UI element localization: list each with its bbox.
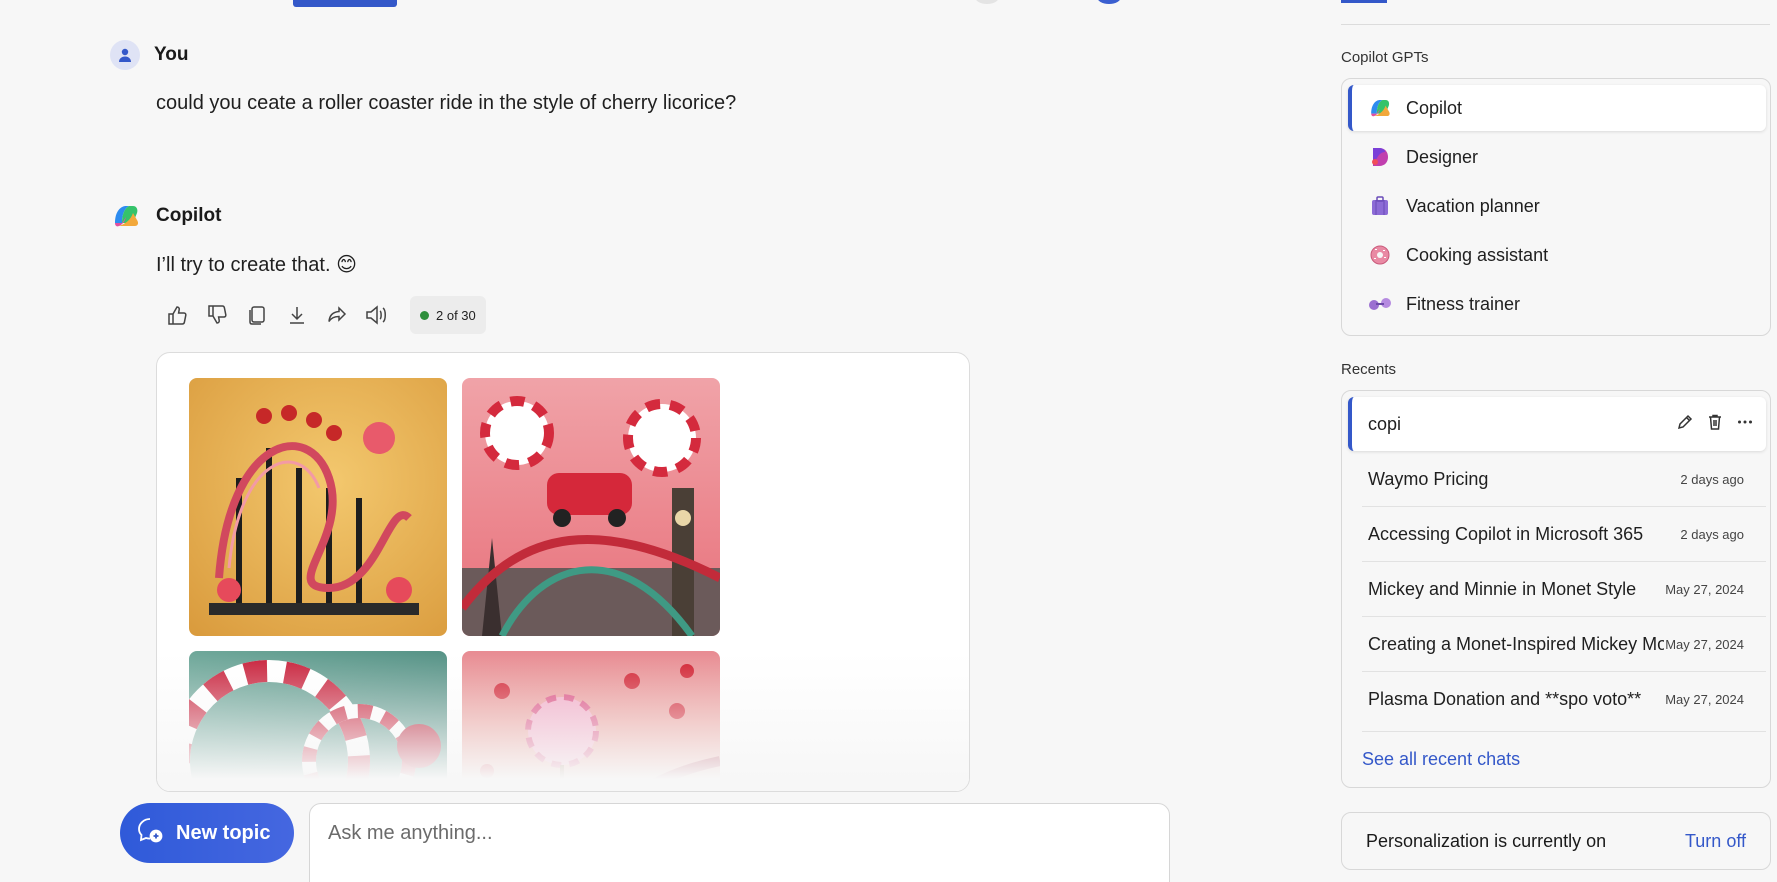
gpt-item-vacation-planner[interactable]: Vacation planner <box>1348 183 1766 229</box>
user-name: You <box>154 44 189 65</box>
gpts-panel: Copilot Designer Vacation planner Cookin… <box>1341 78 1771 336</box>
recent-title: copi <box>1368 413 1402 434</box>
download-icon[interactable] <box>282 300 312 330</box>
recent-date: 2 days ago <box>1680 526 1744 542</box>
copilot-icon <box>110 200 142 232</box>
copilot-icon <box>1368 96 1392 120</box>
generated-image-2[interactable] <box>462 378 720 636</box>
recent-date: May 27, 2024 <box>1665 691 1744 707</box>
gpt-label: Cooking assistant <box>1406 244 1549 265</box>
gpt-item-copilot[interactable]: Copilot <box>1348 85 1766 131</box>
recent-item-actions <box>1676 413 1754 436</box>
thumbs-down-icon[interactable] <box>202 300 232 330</box>
top-toolbar-button[interactable] <box>975 0 999 4</box>
recent-item[interactable]: Plasma Donation and **spo voto** May 27,… <box>1348 672 1766 726</box>
gpt-label: Vacation planner <box>1406 195 1540 216</box>
user-message-text: could you ceate a roller coaster ride in… <box>156 92 737 114</box>
copilot-message-header: Copilot <box>110 200 221 232</box>
recent-date: May 27, 2024 <box>1665 581 1744 597</box>
active-tab-indicator <box>293 0 397 7</box>
recent-date: May 27, 2024 <box>1665 636 1744 652</box>
more-options-icon[interactable] <box>1736 413 1754 436</box>
recent-title: Creating a Monet-Inspired Mickey Mouse <box>1368 633 1664 654</box>
copilot-message-text: I’ll try to create that. 😊 <box>156 254 357 276</box>
sidebar-top-link-indicator <box>1341 0 1387 3</box>
recent-item-active[interactable]: copi <box>1348 397 1766 451</box>
designer-icon <box>1368 145 1392 169</box>
recent-item[interactable]: Creating a Monet-Inspired Mickey Mouse M… <box>1348 617 1766 671</box>
new-topic-button[interactable]: New topic <box>120 803 294 863</box>
sidebar-divider <box>1341 24 1770 25</box>
recent-item[interactable]: Mickey and Minnie in Monet Style May 27,… <box>1348 562 1766 616</box>
generated-image-1[interactable] <box>189 378 447 636</box>
delete-icon[interactable] <box>1706 413 1724 436</box>
recent-title: Waymo Pricing <box>1368 468 1489 489</box>
recent-item[interactable]: Accessing Copilot in Microsoft 365 2 day… <box>1348 507 1766 561</box>
copilot-name: Copilot <box>156 205 222 226</box>
gpt-item-cooking-assistant[interactable]: Cooking assistant <box>1348 232 1766 278</box>
generated-images-card <box>156 352 970 792</box>
new-topic-label: New topic <box>176 821 271 844</box>
recent-title: Accessing Copilot in Microsoft 365 <box>1368 523 1644 544</box>
user-message-header: You <box>110 40 188 70</box>
copilot-gpts-heading: Copilot GPTs <box>1341 49 1429 66</box>
user-avatar-icon <box>110 40 140 70</box>
recents-panel: copi Waymo Pricing 2 days ago Accessing … <box>1341 390 1771 788</box>
donut-icon <box>1368 243 1392 267</box>
new-chat-icon <box>136 816 164 850</box>
recent-divider <box>1362 731 1766 732</box>
read-aloud-icon[interactable] <box>362 300 392 330</box>
recents-heading: Recents <box>1341 361 1397 378</box>
image-counter-badge: 2 of 30 <box>410 296 486 334</box>
recent-date: 2 days ago <box>1680 471 1744 487</box>
gpt-item-designer[interactable]: Designer <box>1348 134 1766 180</box>
suitcase-icon <box>1368 194 1392 218</box>
personalization-banner: Personalization is currently on Turn off <box>1341 812 1771 870</box>
share-icon[interactable] <box>322 300 352 330</box>
dumbbell-icon <box>1368 292 1392 316</box>
gpt-label: Designer <box>1406 146 1479 167</box>
response-action-bar: 2 of 30 <box>162 296 486 334</box>
top-profile-button[interactable] <box>1097 0 1121 4</box>
personalization-text: Personalization is currently on <box>1366 830 1607 851</box>
edit-icon[interactable] <box>1676 413 1694 436</box>
thumbs-up-icon[interactable] <box>162 300 192 330</box>
recent-title: Mickey and Minnie in Monet Style <box>1368 578 1637 599</box>
see-all-recent-chats-link[interactable]: See all recent chats <box>1362 749 1520 770</box>
gpt-item-fitness-trainer[interactable]: Fitness trainer <box>1348 281 1766 327</box>
status-dot-icon <box>420 310 429 320</box>
gpt-label: Fitness trainer <box>1406 293 1521 314</box>
recent-title: Plasma Donation and **spo voto** <box>1368 688 1642 709</box>
ask-input[interactable] <box>328 822 1128 845</box>
image-card-fade <box>157 653 969 791</box>
turn-off-button[interactable]: Turn off <box>1685 831 1746 852</box>
counter-text: 2 of 30 <box>436 307 476 323</box>
copy-icon[interactable] <box>242 300 272 330</box>
recent-item[interactable]: Waymo Pricing 2 days ago <box>1348 452 1766 506</box>
gpt-label: Copilot <box>1406 97 1463 118</box>
chat-input-box <box>309 803 1170 882</box>
